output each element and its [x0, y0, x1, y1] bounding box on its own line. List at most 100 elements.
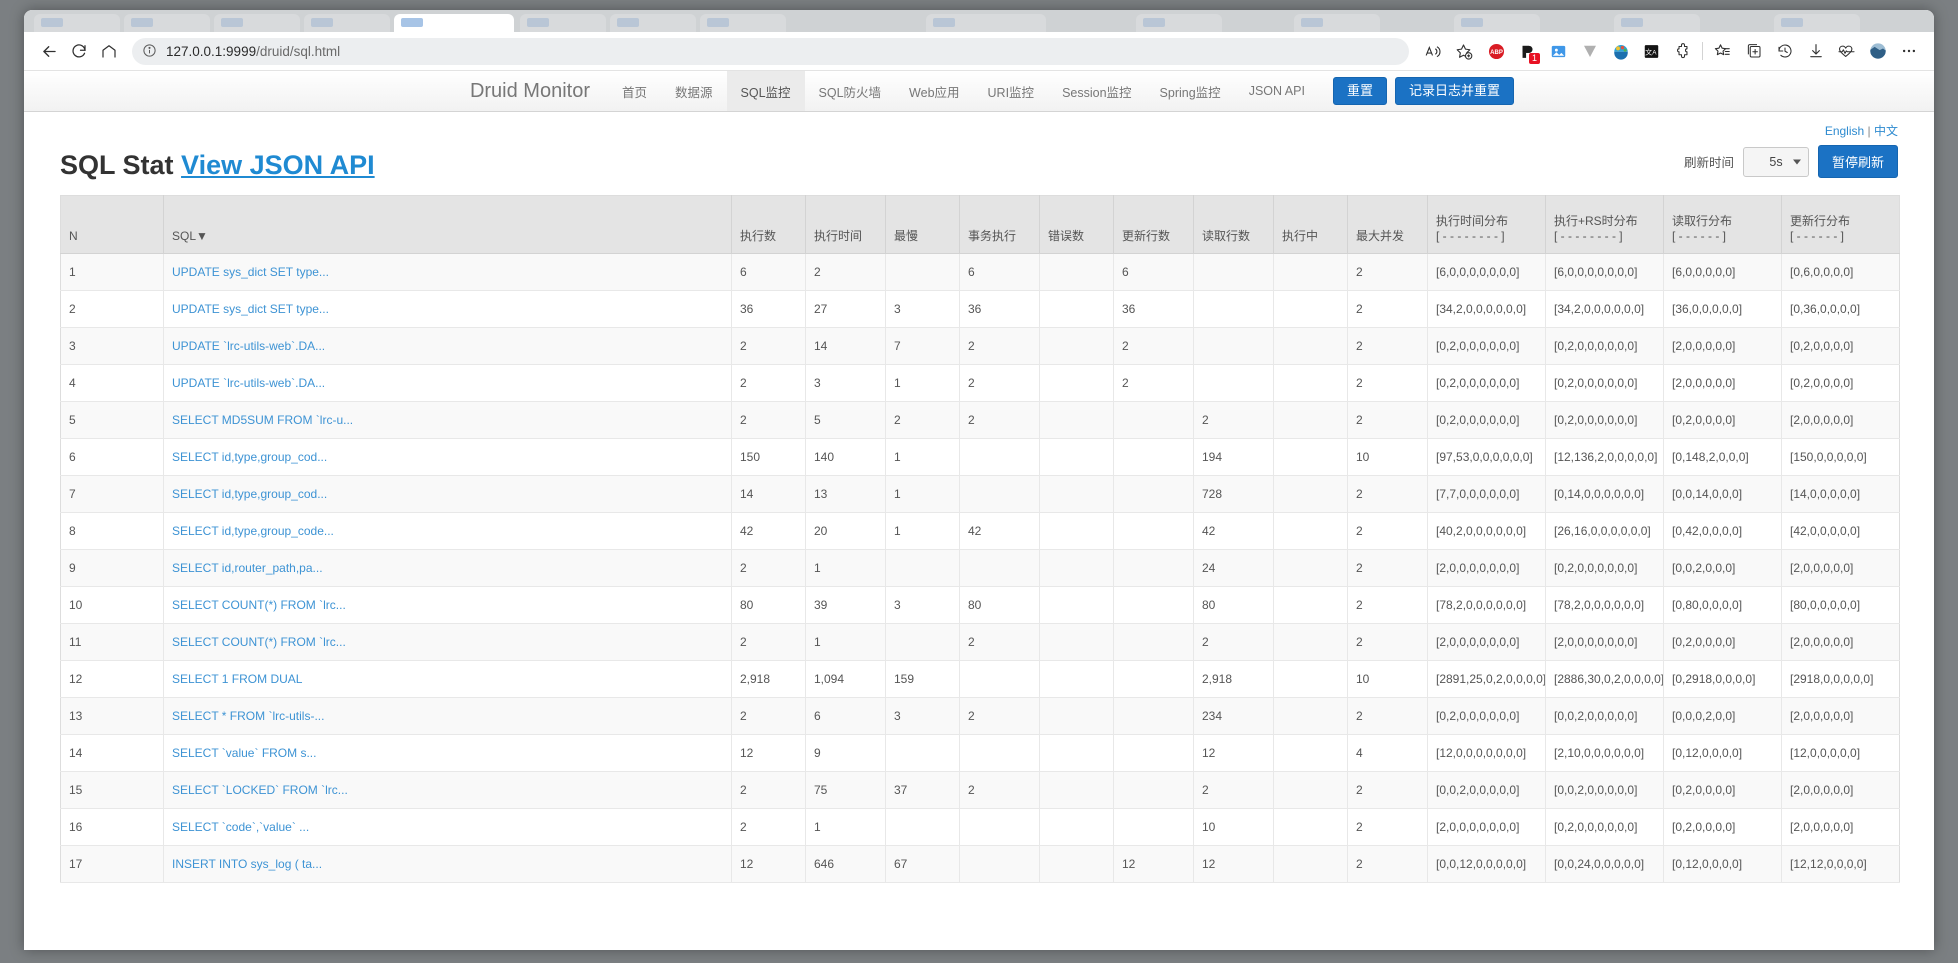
- info-circle-icon[interactable]: [142, 43, 158, 59]
- browser-tab[interactable]: [124, 14, 210, 32]
- nav-datasource[interactable]: 数据源: [661, 71, 727, 111]
- chevron-down-icon: [1792, 159, 1801, 164]
- sql-detail-link[interactable]: SELECT COUNT(*) FROM `lrc...: [172, 598, 346, 612]
- sql-detail-link[interactable]: SELECT id,router_path,pa...: [172, 561, 323, 575]
- cell-tx-exec: 80: [959, 586, 1040, 624]
- pause-refresh-button[interactable]: 暂停刷新: [1817, 145, 1898, 178]
- browser-tab[interactable]: [304, 14, 390, 32]
- lang-chinese-link[interactable]: 中文: [1874, 124, 1898, 138]
- nav-web-app[interactable]: Web应用: [895, 71, 973, 111]
- nav-json-api[interactable]: JSON API: [1235, 71, 1319, 111]
- col-exec-count-label: 执行数: [740, 229, 777, 243]
- cell-sql[interactable]: SELECT COUNT(*) FROM `lrc...: [163, 623, 732, 661]
- refresh-interval-select[interactable]: 5s: [1742, 146, 1809, 177]
- nav-uri-monitor[interactable]: URI监控: [974, 71, 1049, 111]
- browser-tab[interactable]: [214, 14, 300, 32]
- cell-sql[interactable]: UPDATE sys_dict SET type...: [163, 290, 732, 328]
- favorites-icon[interactable]: [1707, 36, 1738, 66]
- profile-avatar[interactable]: [1862, 36, 1893, 66]
- browser-essentials-icon[interactable]: [1831, 36, 1862, 66]
- collections-icon[interactable]: [1738, 36, 1769, 66]
- sql-detail-link[interactable]: UPDATE sys_dict SET type...: [172, 265, 329, 279]
- col-sql[interactable]: SQL▼: [163, 195, 732, 254]
- extension-dark-icon[interactable]: 1: [1512, 36, 1543, 66]
- sql-detail-link[interactable]: SELECT `value` FROM s...: [172, 746, 316, 760]
- translate-extension-icon[interactable]: 文A: [1636, 36, 1667, 66]
- lang-english-link[interactable]: English: [1825, 124, 1864, 138]
- back-arrow-icon[interactable]: [34, 36, 64, 66]
- cell-sql[interactable]: SELECT MD5SUM FROM `lrc-u...: [163, 401, 732, 439]
- sql-detail-link[interactable]: SELECT id,type,group_code...: [172, 524, 334, 538]
- cell-sql[interactable]: SELECT `LOCKED` FROM `lrc...: [163, 771, 732, 809]
- browser-tab[interactable]: [926, 14, 1046, 32]
- cell-exec-rs-time-hist: [0,2,0,0,0,0,0,0]: [1545, 808, 1664, 846]
- image-extension-icon[interactable]: [1543, 36, 1574, 66]
- browser-tab[interactable]: [700, 14, 786, 32]
- sql-detail-link[interactable]: SELECT * FROM `lrc-utils-...: [172, 709, 324, 723]
- cell-sql[interactable]: SELECT id,type,group_cod...: [163, 438, 732, 476]
- sql-detail-link[interactable]: UPDATE sys_dict SET type...: [172, 302, 329, 316]
- nav-session-monitor[interactable]: Session监控: [1048, 71, 1145, 111]
- cell-sql[interactable]: SELECT `value` FROM s...: [163, 734, 732, 772]
- cell-sql[interactable]: SELECT `code`,`value` ...: [163, 808, 732, 846]
- sql-detail-link[interactable]: SELECT 1 FROM DUAL: [172, 672, 302, 686]
- cell-tx-exec: [959, 549, 1040, 587]
- sql-detail-link[interactable]: SELECT `LOCKED` FROM `lrc...: [172, 783, 348, 797]
- v-extension-icon[interactable]: [1574, 36, 1605, 66]
- cell-sql[interactable]: SELECT 1 FROM DUAL: [163, 660, 732, 698]
- cell-read-rows-hist: [0,2,0,0,0,0]: [1663, 771, 1782, 809]
- cell-update-rows-hist: [14,0,0,0,0,0]: [1781, 475, 1900, 513]
- cell-running: [1273, 475, 1348, 513]
- cell-sql[interactable]: SELECT COUNT(*) FROM `lrc...: [163, 586, 732, 624]
- reset-button[interactable]: 重置: [1332, 77, 1387, 105]
- browser-tab[interactable]: [1774, 14, 1860, 32]
- browser-tab-strip[interactable]: [24, 10, 1934, 32]
- address-bar[interactable]: 127.0.0.1:9999/druid/sql.html: [132, 37, 1409, 65]
- nav-home[interactable]: 首页: [608, 71, 661, 111]
- col-exec-time-hist: 执行时间分布[ - - - - - - - - ]: [1427, 195, 1546, 254]
- browser-tab[interactable]: [34, 14, 120, 32]
- cell-tx-exec: 2: [959, 327, 1040, 365]
- history-icon[interactable]: [1769, 36, 1800, 66]
- cell-exec-rs-time-hist: [0,0,2,0,0,0,0,0]: [1545, 697, 1664, 735]
- downloads-icon[interactable]: [1800, 36, 1831, 66]
- reload-icon[interactable]: [64, 36, 94, 66]
- sql-detail-link[interactable]: SELECT MD5SUM FROM `lrc-u...: [172, 413, 353, 427]
- home-icon[interactable]: [94, 36, 124, 66]
- adblock-plus-icon[interactable]: ABP: [1481, 36, 1512, 66]
- browser-tab[interactable]: [1614, 14, 1700, 32]
- browser-tab[interactable]: [1454, 14, 1540, 32]
- cell-sql[interactable]: SELECT id,type,group_cod...: [163, 475, 732, 513]
- cell-sql[interactable]: SELECT id,router_path,pa...: [163, 549, 732, 587]
- browser-tab-active[interactable]: [394, 14, 514, 32]
- cell-sql[interactable]: UPDATE sys_dict SET type...: [163, 253, 732, 291]
- read-aloud-icon[interactable]: [1417, 36, 1448, 66]
- nav-sql-firewall[interactable]: SQL防火墙: [805, 71, 896, 111]
- browser-tab[interactable]: [1136, 14, 1222, 32]
- sql-detail-link[interactable]: SELECT `code`,`value` ...: [172, 820, 309, 834]
- browser-tab[interactable]: [520, 14, 606, 32]
- sql-detail-link[interactable]: UPDATE `lrc-utils-web`.DA...: [172, 339, 325, 353]
- cell-sql[interactable]: UPDATE `lrc-utils-web`.DA...: [163, 327, 732, 365]
- view-json-api-link[interactable]: View JSON API: [181, 150, 375, 180]
- colorful-extension-icon[interactable]: [1605, 36, 1636, 66]
- add-favorite-icon[interactable]: [1448, 36, 1479, 66]
- cell-sql[interactable]: UPDATE `lrc-utils-web`.DA...: [163, 364, 732, 402]
- browser-tab[interactable]: [1294, 14, 1380, 32]
- puzzle-extensions-icon[interactable]: [1667, 36, 1698, 66]
- cell-sql[interactable]: SELECT * FROM `lrc-utils-...: [163, 697, 732, 735]
- cell-exec-count: 2,918: [731, 660, 806, 698]
- cell-sql[interactable]: INSERT INTO sys_log ( ta...: [163, 845, 732, 883]
- log-and-reset-button[interactable]: 记录日志并重置: [1394, 77, 1514, 105]
- sql-detail-link[interactable]: SELECT COUNT(*) FROM `lrc...: [172, 635, 346, 649]
- sql-detail-link[interactable]: UPDATE `lrc-utils-web`.DA...: [172, 376, 325, 390]
- settings-more-icon[interactable]: [1893, 36, 1924, 66]
- sql-detail-link[interactable]: SELECT id,type,group_cod...: [172, 450, 327, 464]
- sql-detail-link[interactable]: INSERT INTO sys_log ( ta...: [172, 857, 322, 871]
- cell-tx-exec: [959, 808, 1040, 846]
- nav-sql-monitor[interactable]: SQL监控: [726, 71, 805, 111]
- cell-sql[interactable]: SELECT id,type,group_code...: [163, 512, 732, 550]
- nav-spring-monitor[interactable]: Spring监控: [1146, 71, 1235, 111]
- sql-detail-link[interactable]: SELECT id,type,group_cod...: [172, 487, 327, 501]
- browser-tab[interactable]: [610, 14, 696, 32]
